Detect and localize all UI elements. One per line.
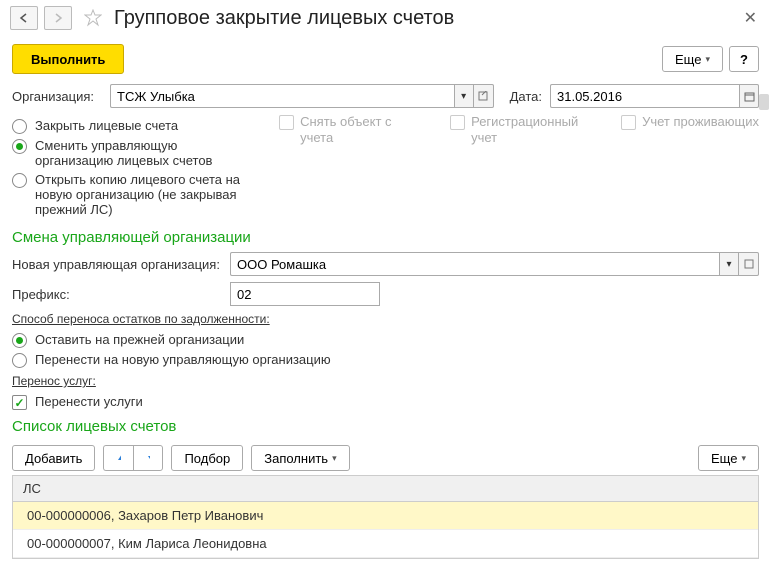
arrow-left-icon bbox=[19, 13, 29, 23]
organization-label: Организация: bbox=[12, 89, 102, 104]
table-header-account[interactable]: ЛС bbox=[13, 476, 758, 502]
organization-open-button[interactable] bbox=[474, 84, 494, 108]
new-org-label: Новая управляющая организация: bbox=[12, 257, 222, 272]
organization-input[interactable] bbox=[110, 84, 454, 108]
table-row[interactable]: 00-000000007, Ким Лариса Леонидовна bbox=[13, 530, 758, 558]
calendar-icon bbox=[744, 91, 755, 102]
new-org-dropdown-button[interactable]: ▾ bbox=[719, 252, 739, 276]
more-button[interactable]: Еще bbox=[662, 46, 723, 72]
execute-button[interactable]: Выполнить bbox=[12, 44, 124, 74]
reg-accounting-label: Регистрационный учет bbox=[471, 114, 591, 145]
date-label: Дата: bbox=[510, 89, 542, 104]
remove-object-label: Снять объект с учета bbox=[300, 114, 420, 145]
living-accounting-checkbox bbox=[621, 115, 636, 130]
help-button[interactable]: ? bbox=[729, 46, 759, 72]
mode-copy-radio[interactable] bbox=[12, 173, 27, 188]
mode-change-label: Сменить управляющую организацию лицевых … bbox=[35, 138, 249, 168]
page-title: Групповое закрытие лицевых счетов bbox=[114, 7, 454, 30]
debt-move-radio[interactable] bbox=[12, 353, 27, 368]
mode-copy-label: Открыть копию лицевого счета на новую ор… bbox=[35, 172, 249, 217]
mode-change-radio[interactable] bbox=[12, 139, 27, 154]
nav-forward-button[interactable] bbox=[44, 6, 72, 30]
services-transfer-header: Перенос услуг: bbox=[12, 374, 759, 388]
debt-transfer-header: Способ переноса остатков по задолженност… bbox=[12, 312, 759, 326]
favorite-star-icon[interactable] bbox=[82, 7, 104, 29]
remove-object-checkbox bbox=[279, 115, 294, 130]
mode-close-radio[interactable] bbox=[12, 119, 27, 134]
prefix-input[interactable] bbox=[230, 282, 380, 306]
reg-accounting-checkbox bbox=[450, 115, 465, 130]
living-accounting-label: Учет проживающих bbox=[642, 114, 759, 130]
organization-dropdown-button[interactable]: ▾ bbox=[454, 84, 474, 108]
move-down-button[interactable] bbox=[133, 445, 163, 471]
change-section-title: Смена управляющей организации bbox=[0, 229, 771, 246]
close-button[interactable]: ✕ bbox=[744, 8, 757, 28]
arrow-right-icon bbox=[53, 13, 63, 23]
nav-back-button[interactable] bbox=[10, 6, 38, 30]
accounts-table: ЛС 00-000000006, Захаров Петр Иванович 0… bbox=[12, 475, 759, 559]
table-row[interactable]: 00-000000006, Захаров Петр Иванович bbox=[13, 502, 758, 530]
open-icon bbox=[744, 259, 754, 269]
fill-button[interactable]: Заполнить bbox=[251, 445, 349, 471]
list-more-button[interactable]: Еще bbox=[698, 445, 759, 471]
services-transfer-label: Перенести услуги bbox=[35, 394, 143, 409]
arrow-down-icon bbox=[146, 452, 150, 464]
list-section-title: Список лицевых счетов bbox=[0, 418, 771, 435]
arrow-up-icon bbox=[116, 452, 121, 464]
move-up-button[interactable] bbox=[103, 445, 133, 471]
new-org-open-button[interactable] bbox=[739, 252, 759, 276]
debt-move-label: Перенести на новую управляющую организац… bbox=[35, 352, 331, 367]
mode-close-label: Закрыть лицевые счета bbox=[35, 118, 178, 133]
open-icon bbox=[478, 91, 488, 101]
services-transfer-checkbox[interactable] bbox=[12, 395, 27, 410]
prefix-label: Префикс: bbox=[12, 287, 222, 302]
pick-button[interactable]: Подбор bbox=[171, 445, 243, 471]
new-org-input[interactable] bbox=[230, 252, 719, 276]
date-input[interactable] bbox=[550, 84, 739, 108]
vertical-scrollbar[interactable] bbox=[759, 94, 769, 110]
add-button[interactable]: Добавить bbox=[12, 445, 95, 471]
debt-keep-radio[interactable] bbox=[12, 333, 27, 348]
date-picker-button[interactable] bbox=[739, 84, 759, 108]
debt-keep-label: Оставить на прежней организации bbox=[35, 332, 244, 347]
